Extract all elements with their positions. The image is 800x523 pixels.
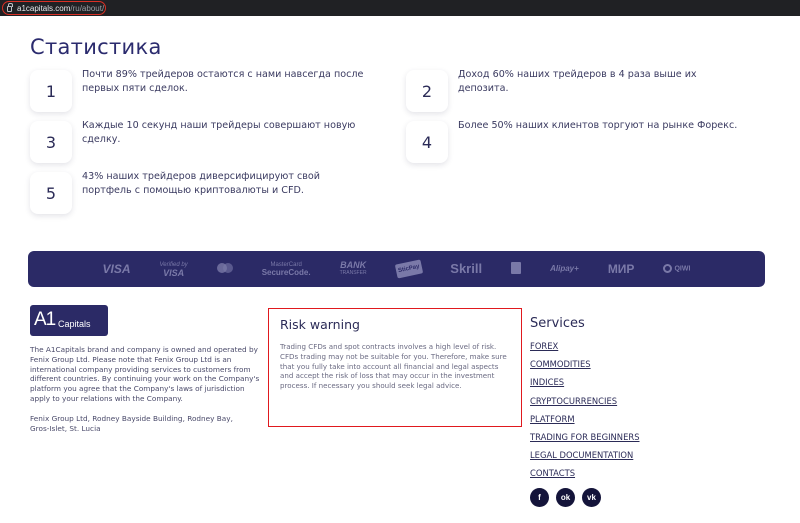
securecode-text: SecureCode. [261,268,311,277]
verified-visa-text: VISA [163,268,185,278]
stat-item-3: 3 Каждые 10 секунд наши трейдеры соверша… [30,120,372,163]
payment-methods-band: VISA Verified by VISA MasterCard SecureC… [28,251,765,287]
logo-sub-text: Capitals [58,319,91,329]
stat-text: Каждые 10 секунд наши трейдеры совершают… [82,120,356,145]
risk-warning-box: Risk warning Trading CFDs and spot contr… [268,308,522,427]
company-about-text: The A1Capitals brand and company is owne… [30,345,260,403]
visa-logo: VISA [102,262,131,276]
url-text: a1capitals.com/ru/about/ [17,4,104,13]
stat-number: 5 [30,172,72,214]
mastercard-icon [216,263,233,275]
stat-text: 43% наших трейдеров диверсифицируют свой… [82,171,321,196]
a1capitals-logo[interactable]: A1 Capitals [30,305,108,336]
stat-number: 3 [30,121,72,163]
url-host: a1capitals.com [17,3,71,13]
stat-item-4: 4 Более 50% наших клиентов торгуют на ры… [406,120,748,163]
service-link-cryptocurrencies[interactable]: CRYPTOCURRENCIES [530,396,640,414]
logo-main-text: A1 [34,309,56,330]
service-link-forex[interactable]: FOREX [530,341,640,359]
stat-text: Почти 89% трейдеров остаются с нами навс… [82,69,364,94]
transfer-text: TRANSFER [339,270,367,276]
company-address: Fenix Group Ltd, Rodney Bayside Building… [30,414,233,433]
stats-title: Статистика [30,35,162,59]
stat-item-2: 2 Доход 60% наших трейдеров в 4 раза выш… [406,69,748,112]
lock-icon [7,3,13,12]
social-links: f ok vk [530,488,601,507]
mastercard-securecode-logo: MasterCard SecureCode. [262,261,311,277]
service-link-trading-for-beginners[interactable]: TRADING FOR BEGINNERS [530,432,640,450]
url-path: /ru/about/ [70,3,105,13]
stat-text: Более 50% наших клиентов торгуют на рынк… [458,120,738,131]
facebook-icon[interactable]: f [530,488,549,507]
bank-transfer-logo: BANK TRANSFER [340,261,367,277]
address-bar[interactable]: a1capitals.com/ru/about/ [2,1,106,15]
service-link-contacts[interactable]: CONTACTS [530,468,640,486]
risk-warning-title: Risk warning [280,317,360,332]
service-link-platform[interactable]: PLATFORM [530,414,640,432]
services-title: Services [530,316,585,331]
sticpay-logo: SticPay [394,259,423,279]
browser-toolbar: a1capitals.com/ru/about/ [0,0,800,16]
wallet-icon [511,262,522,276]
qiwi-text: QIWI [674,265,691,273]
skrill-logo: Skrill [450,261,483,276]
bank-text: BANK [340,260,367,270]
stat-number: 4 [406,121,448,163]
services-list: FOREX COMMODITIES INDICES CRYPTOCURRENCI… [530,341,640,487]
service-link-legal-documentation[interactable]: LEGAL DOCUMENTATION [530,450,640,468]
qiwi-logo: QIWI [663,264,691,274]
stat-number: 2 [406,70,448,112]
stat-item-1: 1 Почти 89% трейдеров остаются с нами на… [30,69,372,112]
mir-logo: МИР [607,262,635,276]
alipay-logo: Alipay+ [550,264,579,273]
stat-item-5: 5 43% наших трейдеров диверсифицируют св… [30,171,372,214]
stat-number: 1 [30,70,72,112]
vk-icon[interactable]: vk [582,488,601,507]
service-link-indices[interactable]: INDICES [530,377,640,395]
odnoklassniki-icon[interactable]: ok [556,488,575,507]
stat-text: Доход 60% наших трейдеров в 4 раза выше … [458,69,697,94]
qiwi-icon [663,264,673,274]
service-link-commodities[interactable]: COMMODITIES [530,359,640,377]
verified-by-visa-logo: Verified by VISA [160,261,188,278]
risk-warning-text: Trading CFDs and spot contracts involves… [280,342,507,391]
